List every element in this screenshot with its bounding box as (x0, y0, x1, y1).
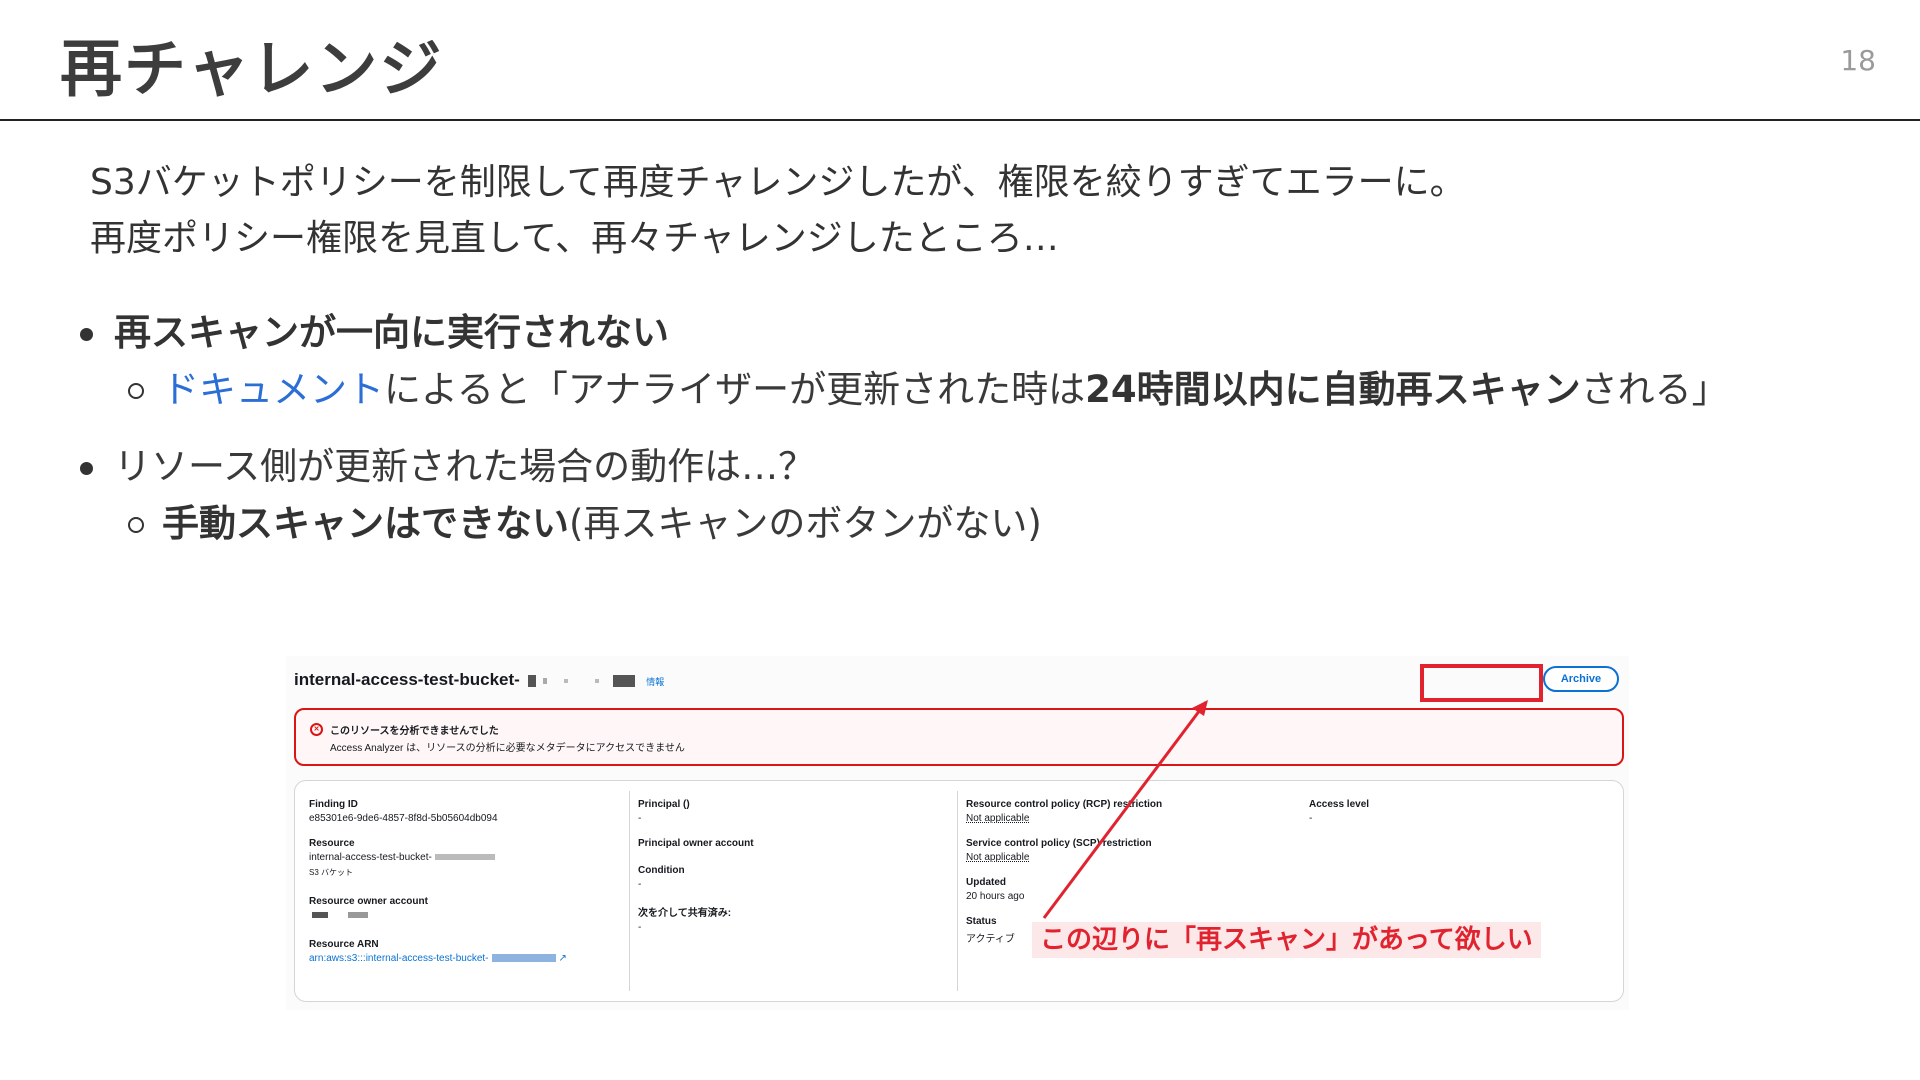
console-screenshot: internal-access-test-bucket- 情報 Archive … (286, 656, 1629, 1010)
sub-bullet-manual-scan: 手動スキャンはできない(再スキャンのボタンがない) (78, 495, 1838, 553)
highlight-box (1420, 664, 1543, 702)
redacted-block (527, 674, 536, 687)
intro-line-1: S3バケットポリシーを制限して再度チャレンジしたが、権限を絞りすぎてエラーに。 (90, 162, 1466, 203)
bullet-list: 再スキャンが一向に実行されない ドキュメントによると「アナライザーが更新された時… (78, 305, 1838, 553)
finding-id-label: Finding ID (309, 799, 358, 810)
owner-account-value (309, 910, 619, 921)
details-column-4: Access level - (1309, 791, 1509, 991)
scp-value: Not applicable (966, 852, 1030, 863)
external-link-icon: ↗ (558, 953, 567, 964)
access-level-value: - (1309, 813, 1313, 824)
annotation-label: この辺りに「再スキャン」があって欲しい (1032, 922, 1541, 958)
bucket-name: internal-access-test-bucket- (294, 670, 520, 689)
shared-via-value: - (638, 922, 642, 933)
redacted-block (491, 954, 556, 963)
rcp-value: Not applicable (966, 813, 1030, 824)
finding-title: internal-access-test-bucket- 情報 (294, 670, 664, 690)
arn-label: Resource ARN (309, 939, 379, 950)
alert-title: このリソースを分析できませんでした (330, 726, 499, 737)
intro-paragraph: S3バケットポリシーを制限して再度チャレンジしたが、権限を絞りすぎてエラーに。 … (90, 155, 1466, 267)
archive-button[interactable]: Archive (1543, 666, 1619, 692)
error-alert: ✕ このリソースを分析できませんでした Access Analyzer は、リソ… (294, 708, 1624, 766)
scp-label: Service control policy (SCP) restriction (966, 838, 1152, 849)
redacted-block (434, 854, 495, 861)
intro-line-2: 再度ポリシー権限を見直して、再々チャレンジしたところ… (90, 218, 1059, 259)
rcp-label: Resource control policy (RCP) restrictio… (966, 799, 1163, 810)
finding-id-value: e85301e6-9de6-4857-8f8d-5b05604db094 (309, 813, 498, 824)
arn-link[interactable]: arn:aws:s3:::internal-access-test-bucket… (309, 953, 619, 964)
updated-value: 20 hours ago (966, 891, 1025, 902)
title-divider (0, 119, 1920, 121)
principal-label: Principal () (638, 799, 690, 810)
sub-bullet-text-manual: (再スキャンのボタンがない) (569, 502, 1042, 545)
redacted-block (312, 912, 328, 919)
details-column-2: Principal () - Principal owner account C… (629, 791, 949, 991)
details-column-3: Resource control policy (RCP) restrictio… (957, 791, 1277, 991)
alert-message: Access Analyzer は、リソースの分析に必要なメタデータにアクセスで… (330, 743, 685, 754)
sub-bullet-text: によると「アナライザーが更新された時は (384, 368, 1086, 411)
redacted-block (348, 912, 368, 919)
redacted-block (564, 678, 569, 683)
finding-details-card: Finding ID e85301e6-9de6-4857-8f8d-5b056… (294, 780, 1624, 1002)
sub-bullet-text-end: される」 (1580, 368, 1729, 411)
resource-type: S3 バケット (309, 868, 354, 877)
resource-value-row: internal-access-test-bucket- (309, 852, 619, 863)
condition-label: Condition (638, 865, 685, 876)
sub-bullet-bold-manual: 手動スキャンはできない (162, 502, 569, 545)
arn-value: arn:aws:s3:::internal-access-test-bucket… (309, 953, 489, 964)
updated-label: Updated (966, 877, 1006, 888)
resource-label: Resource (309, 838, 355, 849)
access-level-label: Access level (1309, 799, 1370, 810)
error-icon: ✕ (310, 723, 323, 736)
redacted-block (594, 678, 599, 683)
page-number: 18 (1840, 44, 1876, 77)
principal-value: - (638, 813, 642, 824)
info-link[interactable]: 情報 (646, 677, 664, 687)
documentation-link[interactable]: ドキュメント (162, 368, 384, 411)
owner-account-label: Resource owner account (309, 896, 428, 907)
redacted-block (543, 677, 548, 684)
slide-title: 再チャレンジ (60, 32, 444, 105)
sub-bullet-documentation: ドキュメントによると「アナライザーが更新された時は24時間以内に自動再スキャンさ… (78, 361, 1838, 419)
redacted-block (613, 674, 636, 687)
bullet-rescan-not-running: 再スキャンが一向に実行されない (78, 305, 1838, 361)
resource-value: internal-access-test-bucket- (309, 852, 432, 863)
shared-via-label: 次を介して共有済み: (638, 908, 732, 919)
bullet-resource-update: リソース側が更新された場合の動作は…？ (78, 439, 1838, 495)
sub-bullet-bold: 24時間以内に自動再スキャン (1085, 368, 1581, 411)
principal-owner-label: Principal owner account (638, 838, 754, 849)
condition-value: - (638, 879, 642, 890)
details-column-1: Finding ID e85301e6-9de6-4857-8f8d-5b056… (309, 791, 619, 991)
